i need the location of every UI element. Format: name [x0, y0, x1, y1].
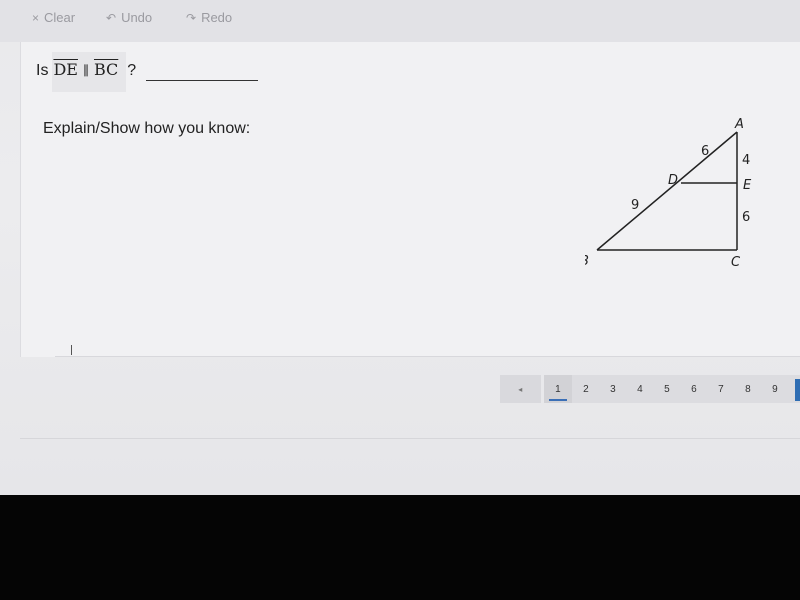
- toolbar: × Clear ↶ Undo ↷ Redo: [0, 0, 800, 42]
- segment-bc: BC: [93, 60, 119, 79]
- page-button-1[interactable]: 1: [543, 375, 573, 403]
- question-text: Is DE ∥ BC ?: [36, 60, 136, 80]
- side-ab: [596, 131, 738, 251]
- undo-label: Undo: [121, 10, 153, 25]
- redo-icon: ↷: [186, 10, 197, 25]
- length-ae-label: 4: [742, 153, 750, 168]
- vertex-b-label: B: [585, 254, 589, 269]
- vertex-e-label: E: [743, 178, 752, 193]
- question-prefix: Is: [36, 62, 49, 79]
- clear-button[interactable]: × Clear: [32, 10, 75, 25]
- text-caret: [71, 345, 72, 355]
- parallel-symbol: ∥: [82, 64, 89, 79]
- length-ec-label: 6: [742, 210, 750, 225]
- section-divider: [20, 438, 800, 439]
- triangle-diagram: A B C D E 6 9 4 6: [585, 117, 752, 270]
- redo-button[interactable]: ↷ Redo: [186, 10, 232, 25]
- answer-blank[interactable]: [146, 80, 258, 81]
- undo-icon: ↶: [106, 10, 117, 25]
- input-border: [55, 356, 800, 357]
- screen: × Clear ↶ Undo ↷ Redo Is DE ∥ BC ? Expla…: [0, 0, 800, 495]
- clear-label: Clear: [44, 10, 76, 25]
- page-button-8[interactable]: 8: [734, 375, 762, 403]
- explain-prompt: Explain/Show how you know:: [43, 120, 251, 137]
- page-button-7[interactable]: 7: [707, 375, 735, 403]
- page-button-9[interactable]: 9: [761, 375, 789, 403]
- segment-de: DE: [53, 60, 78, 79]
- length-db-label: 9: [631, 198, 639, 213]
- page-button-3[interactable]: 3: [599, 375, 627, 403]
- chevron-left-icon: ◂: [518, 384, 523, 394]
- pagination: ◂ 1 2 3 4 5 6 7 8 9: [500, 375, 800, 403]
- prev-page-button[interactable]: ◂: [500, 375, 541, 403]
- page-button-6[interactable]: 6: [680, 375, 708, 403]
- redo-label: Redo: [201, 10, 233, 25]
- length-ad-label: 6: [701, 144, 709, 159]
- page-button-2[interactable]: 2: [572, 375, 600, 403]
- vertex-c-label: C: [731, 255, 741, 270]
- undo-button[interactable]: ↶ Undo: [106, 10, 152, 25]
- vertex-a-label: A: [734, 117, 744, 132]
- question-suffix: ?: [127, 62, 137, 79]
- close-icon: ×: [32, 10, 40, 25]
- explanation-input[interactable]: [55, 145, 575, 355]
- vertex-d-label: D: [668, 173, 678, 188]
- page-button-5[interactable]: 5: [653, 375, 681, 403]
- page-button-4[interactable]: 4: [626, 375, 654, 403]
- next-page-edge[interactable]: [788, 375, 800, 403]
